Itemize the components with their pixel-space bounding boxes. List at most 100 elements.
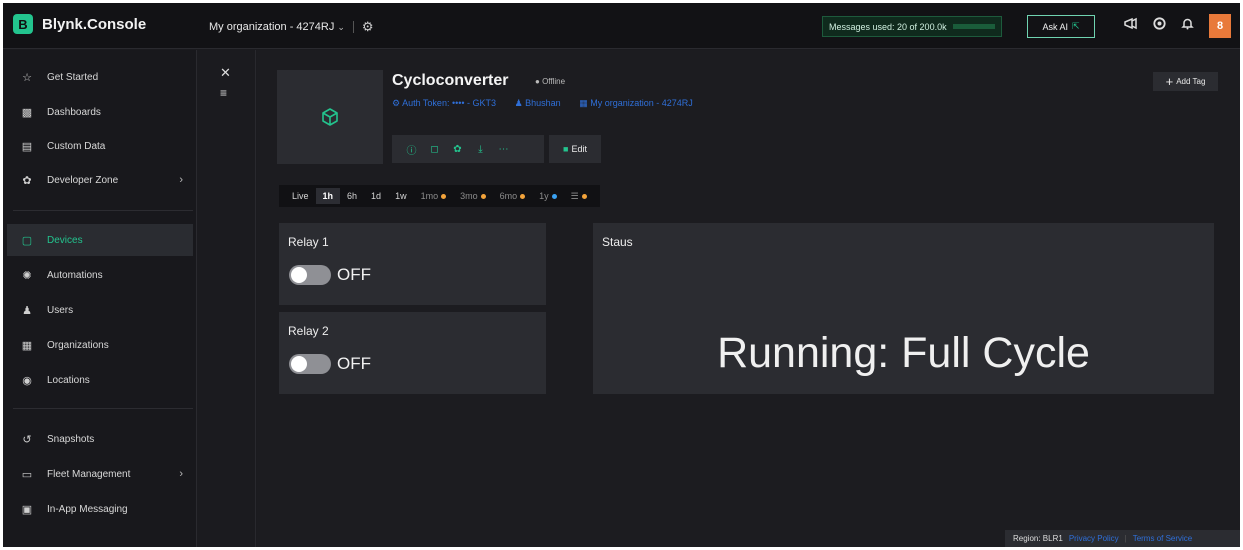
automation-icon: ✺ [22,269,32,282]
privacy-policy-link[interactable]: Privacy Policy [1069,534,1119,543]
range-1mo[interactable]: 1mo [414,188,454,204]
sidebar-item-users[interactable]: ♟ Users [7,294,193,326]
megaphone-icon[interactable] [1124,17,1138,33]
divider: | [1124,534,1127,543]
widget-title: Relay 1 [288,235,329,249]
messages-used-text: Messages used: 20 of 200.0k [829,21,947,32]
edit-label: Edit [571,144,587,154]
chart-icon: ▩ [21,106,33,119]
device-action-bar: ⓘ ◻ ✿ ⤓ ⋯ [392,135,544,163]
range-6mo[interactable]: 6mo [493,188,533,204]
toggle-switch[interactable] [289,265,331,285]
star-icon: ☆ [22,71,32,84]
sidebar-item-label: Custom Data [47,140,106,152]
premium-dot-icon [480,193,486,199]
range-1d[interactable]: 1d [364,188,388,204]
range-3mo[interactable]: 3mo [453,188,493,204]
status-value: Running: Full Cycle [717,329,1090,377]
message-icon: ▣ [21,503,33,516]
sidebar-item-organizations[interactable]: ▦ Organizations [7,329,193,361]
bell-icon[interactable]: ◻ [423,144,446,155]
sidebar-item-label: Snapshots [47,433,95,445]
toggle-switch[interactable] [289,354,331,374]
terms-of-service-link[interactable]: Terms of Service [1133,534,1193,543]
fleet-icon: ▭ [21,468,33,481]
status-widget: Staus Running: Full Cycle [593,223,1214,394]
relay-1-switch[interactable]: OFF [289,265,371,285]
sidebar-item-snapshots[interactable]: ↺ Snapshots [7,423,193,455]
owner-link[interactable]: ♟ Bhushan [515,98,569,108]
toggle-knob [291,356,307,372]
device-page: Cycloconverter ● Offline ⚙ Auth Token: •… [257,50,1240,547]
premium-dot-icon [520,193,526,199]
footer: Region: BLR1 Privacy Policy | Terms of S… [1005,530,1240,547]
users-icon: ♟ [22,304,32,317]
sidebar-item-label: Users [47,304,74,316]
custom-range[interactable]: ☰ [564,188,594,205]
sidebar-item-in-app-messaging[interactable]: ▣ In-App Messaging [7,493,193,525]
gear-icon[interactable]: ⚙ [362,19,374,35]
premium-dot-icon [581,193,587,199]
user-avatar[interactable]: 8 [1209,14,1231,38]
add-tag-label: Add Tag [1176,77,1206,86]
building-icon: ▦ [21,339,33,352]
dev-icon: ✿ [22,174,32,187]
sidebar-item-custom-data[interactable]: ▤ Custom Data [7,130,193,162]
range-live[interactable]: Live [285,188,316,204]
chevron-down-icon: ⌄ [337,21,345,32]
top-bar: B Blynk.Console My organization - 4274RJ… [3,3,1240,49]
range-6h[interactable]: 6h [340,188,364,204]
relay-2-switch[interactable]: OFF [289,354,371,374]
sidebar-item-automations[interactable]: ✺ Automations [7,259,193,291]
ask-ai-label: Ask AI [1042,21,1068,32]
app-window: B Blynk.Console My organization - 4274RJ… [3,3,1240,547]
dev-icon[interactable]: ✿ [446,144,469,155]
messages-used-indicator[interactable]: Messages used: 20 of 200.0k [822,16,1002,37]
relay-1-widget: Relay 1 OFF [279,223,546,305]
range-1y[interactable]: 1y [532,188,564,204]
sidebar-item-label: In-App Messaging [47,503,128,515]
more-icon[interactable]: ⋯ [492,144,515,155]
sidebar-item-devices[interactable]: ▢ Devices [7,224,193,256]
download-icon[interactable]: ⤓ [469,144,492,155]
close-icon[interactable]: ✕ [220,65,231,81]
info-icon[interactable]: ⓘ [400,142,423,157]
sidebar-item-locations[interactable]: ◉ Locations [7,364,193,396]
bell-icon[interactable] [1181,17,1194,33]
sidebar-item-label: Automations [47,269,103,281]
range-1w[interactable]: 1w [388,188,414,204]
auth-token-link[interactable]: ⚙ Auth Token: •••• - GKT3 [392,98,504,108]
help-circle-icon[interactable] [1153,17,1166,33]
organization-link[interactable]: ▦ My organization - 4274RJ [579,98,701,108]
cube-icon [322,108,338,126]
device-image[interactable] [277,70,383,164]
messages-usage-bar [953,24,995,29]
premium-dot-icon [441,193,447,199]
organization-label: My organization - 4274RJ [209,21,335,33]
sidebar-item-developer-zone[interactable]: ✿ Developer Zone › [7,164,193,196]
chevron-right-icon: › [179,468,183,480]
menu-icon[interactable]: ≡ [220,86,227,100]
organization-switcher[interactable]: My organization - 4274RJ ⌄ ⚙ [209,19,374,35]
sidebar-item-dashboards[interactable]: ▩ Dashboards [7,96,193,128]
edit-button[interactable]: ■ Edit [549,135,601,163]
toggle-knob [291,267,307,283]
sparkle-icon: ⇱ [1071,21,1080,31]
region-label: Region: BLR1 [1013,534,1063,543]
range-1h[interactable]: 1h [315,188,341,204]
sidebar-item-label: Devices [47,234,83,246]
brand-name: Blynk.Console [42,15,147,33]
ask-ai-button[interactable]: Ask AI ⇱ [1027,15,1095,38]
chevron-right-icon: › [179,174,183,186]
time-range-selector: Live 1h 6h 1d 1w 1mo 3mo 6mo 1y ☰ [279,185,600,207]
sidebar: ☆ Get Started ▩ Dashboards ▤ Custom Data… [3,50,197,547]
cube-icon: ▢ [21,234,33,247]
sidebar-item-fleet-management[interactable]: ▭ Fleet Management › [7,458,193,490]
premium-dot-icon [551,193,557,199]
add-tag-button[interactable]: + Add Tag [1153,72,1218,91]
sidebar-item-get-started[interactable]: ☆ Get Started [7,61,193,93]
device-list-rail: ✕ ≡ [198,50,256,547]
brand[interactable]: B Blynk.Console [13,14,146,34]
database-icon: ▤ [21,140,33,153]
sidebar-item-label: Organizations [47,339,109,351]
